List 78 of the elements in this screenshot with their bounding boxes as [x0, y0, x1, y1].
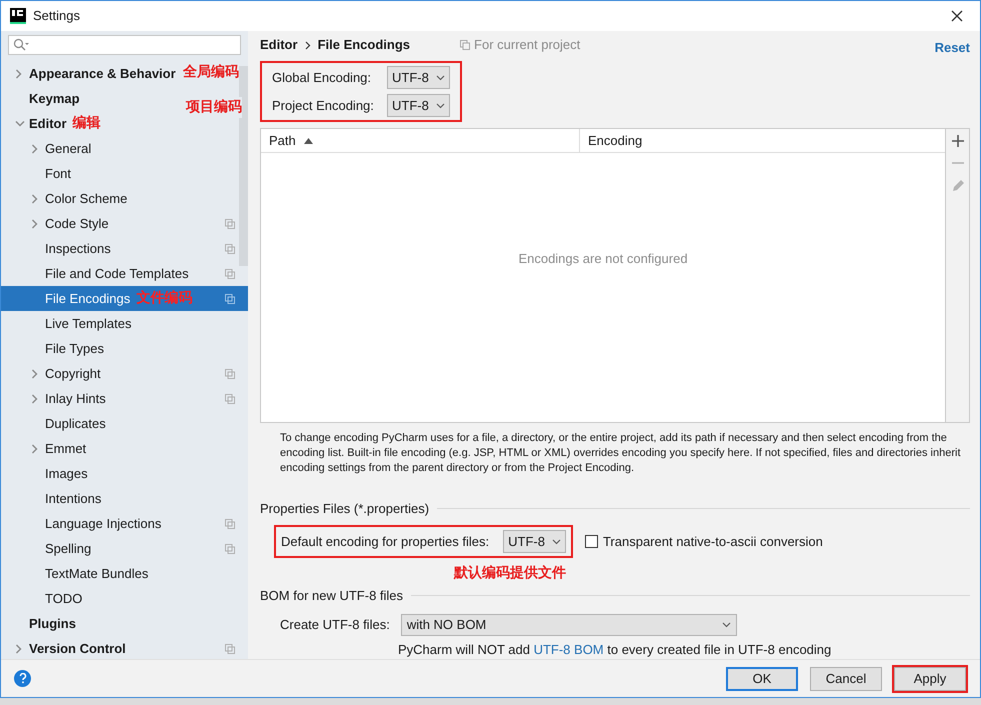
add-icon[interactable]: [952, 135, 964, 147]
annotation-text: 文件编码: [136, 289, 192, 308]
tree-item[interactable]: Plugins: [29, 614, 76, 634]
chevron-right-icon[interactable]: [31, 368, 38, 378]
breadcrumb-item[interactable]: Editor: [260, 35, 298, 55]
tree-item[interactable]: General: [45, 138, 92, 158]
tree-item[interactable]: File Encodings: [45, 288, 130, 308]
tree-item[interactable]: Code Style: [45, 214, 109, 234]
field-label: Project Encoding:: [272, 96, 375, 115]
tree-item[interactable]: Images: [45, 464, 88, 484]
tree-item[interactable]: Copyright: [45, 364, 101, 384]
chevron-down-icon[interactable]: [15, 120, 25, 127]
encoding-dropdown[interactable]: UTF-8: [503, 530, 566, 553]
column-header[interactable]: Encoding: [580, 129, 945, 152]
chevron-right-icon[interactable]: [31, 218, 38, 228]
section-title: BOM for new UTF-8 files: [260, 587, 404, 605]
field-label: Default encoding for properties files:: [281, 532, 490, 551]
encoding-dropdown[interactable]: UTF-8: [387, 94, 450, 117]
window-title: Settings: [33, 7, 80, 26]
annotation-text: 项目编码: [186, 97, 242, 118]
section-title: Properties Files (*.properties): [260, 500, 430, 518]
tree-item[interactable]: Inspections: [45, 238, 111, 258]
chevron-right-icon[interactable]: [31, 144, 38, 154]
copy-icon: [460, 40, 470, 50]
field-label: Create UTF-8 files:: [280, 616, 390, 634]
app-logo-icon: [10, 8, 26, 24]
chevron-right-icon[interactable]: [31, 194, 38, 204]
breadcrumb-item: File Encodings: [318, 36, 410, 54]
tree-item[interactable]: TextMate Bundles: [45, 564, 148, 584]
dialog-button[interactable]: OK: [726, 666, 798, 690]
chevron-icon: [304, 40, 311, 50]
description-text: To change encoding PyCharm uses for a file, a directory, or the entire project, add its path if necessary and then select encoding from the encoding list. Built-in file encoding (e.g. JSP, HTML or XML) overrides encoding you specify here. If not specified, files and directories inherit encoding settings from the parent directory or from the Project Encoding.: [280, 430, 962, 476]
edit-icon[interactable]: [950, 179, 964, 193]
chevron-right-icon[interactable]: [31, 444, 38, 454]
chevron-down-icon: [436, 102, 445, 108]
tree-item[interactable]: Emmet: [45, 438, 86, 458]
scope-label: For current project: [474, 36, 580, 54]
tree-item[interactable]: Spelling: [45, 538, 92, 558]
close-icon: [951, 10, 963, 22]
question-mark-icon: [18, 673, 26, 684]
chevron-down-icon: [552, 538, 561, 544]
column-header[interactable]: Path: [261, 129, 580, 152]
tree-item[interactable]: File and Code Templates: [45, 264, 189, 284]
bom-dropdown[interactable]: with NO BOM: [400, 614, 737, 636]
annotation-text: 默认编码提供文件: [454, 564, 566, 583]
chevron-down-icon: [436, 74, 445, 80]
field-label: Global Encoding:: [272, 68, 372, 87]
annotation-text: 编辑: [72, 114, 101, 133]
checkbox[interactable]: [584, 535, 598, 548]
search-icon: [13, 38, 29, 52]
dialog-button[interactable]: Cancel: [810, 666, 882, 690]
chevron-right-icon[interactable]: [15, 644, 22, 654]
empty-message: Encodings are not configured: [518, 250, 688, 268]
dialog-button[interactable]: Apply: [894, 666, 966, 690]
tree-item[interactable]: Keymap: [29, 88, 80, 108]
checkbox-label: Transparent native-to-ascii conversion: [602, 532, 823, 551]
tree-item[interactable]: Inlay Hints: [45, 388, 106, 408]
selected-row[interactable]: File Encodings 文件编码: [1, 286, 248, 311]
help-button[interactable]: [14, 670, 31, 687]
chevron-down-icon: [722, 622, 731, 628]
search-field[interactable]: [8, 35, 241, 55]
tree-item[interactable]: TODO: [45, 588, 82, 608]
chevron-right-icon[interactable]: [31, 394, 38, 404]
tree-item[interactable]: Color Scheme: [45, 188, 128, 208]
tree-item[interactable]: Live Templates: [45, 314, 132, 334]
reset-link[interactable]: Reset: [934, 38, 970, 58]
tree-item[interactable]: Font: [45, 164, 72, 184]
tree-item[interactable]: Intentions: [45, 488, 102, 508]
chevron-right-icon[interactable]: [15, 68, 22, 78]
hint-text: PyCharm will NOT add UTF-8 BOM to every created file in UTF-8 encoding: [398, 640, 832, 659]
tree-item[interactable]: File Types: [45, 338, 104, 358]
bom-link[interactable]: UTF-8 BOM: [534, 642, 604, 656]
tree-item[interactable]: Language Injections: [45, 514, 162, 534]
tree-item[interactable]: Appearance & Behavior: [29, 64, 176, 84]
tree-item[interactable]: Version Control: [29, 638, 126, 658]
tree-item[interactable]: Editor: [29, 114, 67, 134]
encoding-dropdown[interactable]: UTF-8: [387, 66, 450, 89]
tree-item[interactable]: Duplicates: [45, 414, 106, 434]
